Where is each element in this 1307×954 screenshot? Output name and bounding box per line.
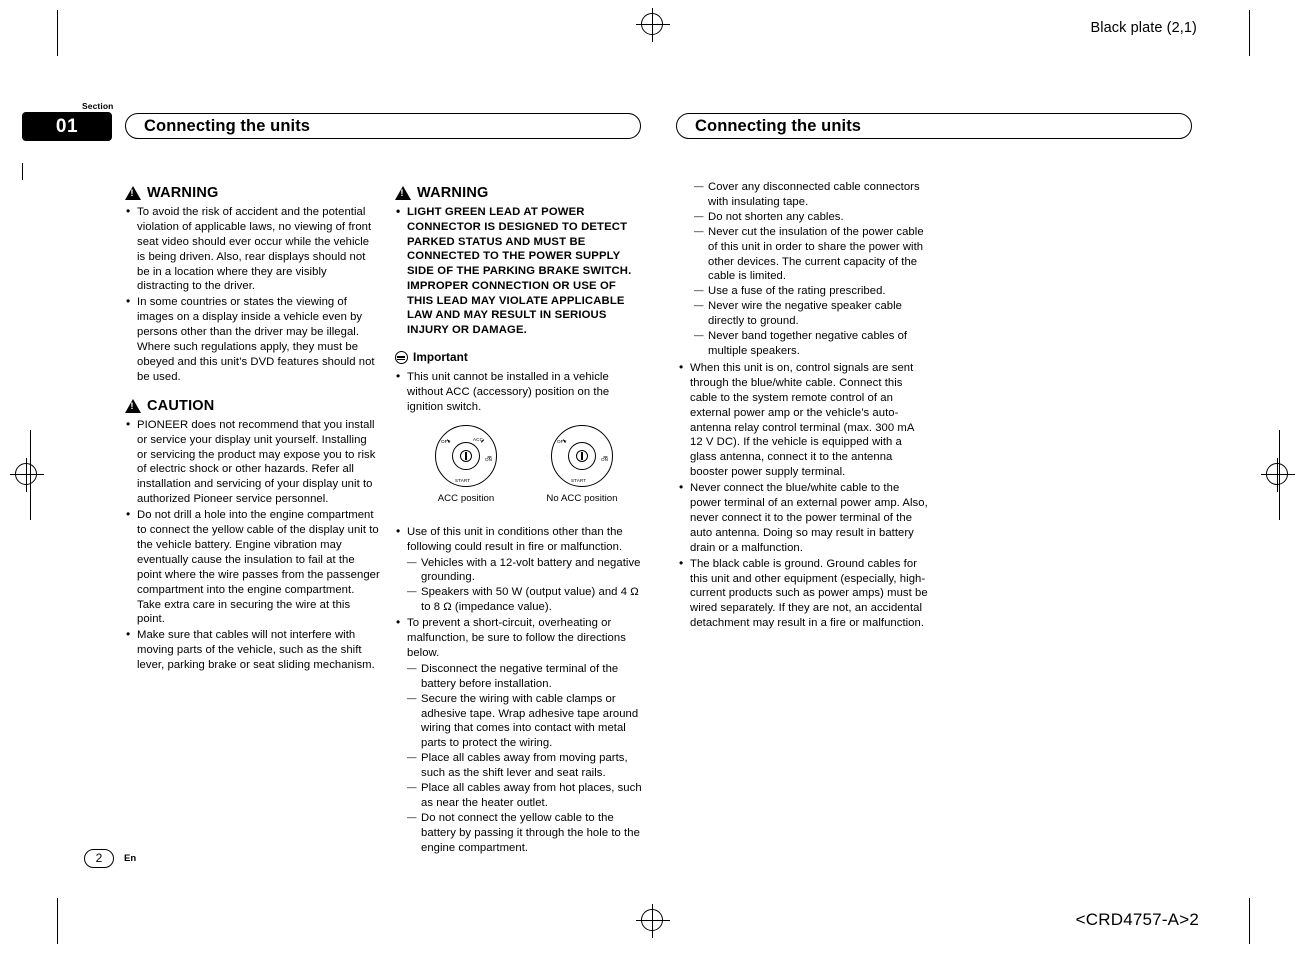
list-item: Place all cables away from moving parts,… bbox=[407, 751, 645, 781]
figure-acc-position: OFF ACC ON START ACC position bbox=[407, 424, 525, 507]
page-number: 2 bbox=[84, 849, 114, 868]
list-item: Use of this unit in conditions other tha… bbox=[395, 524, 645, 616]
language-label: En bbox=[124, 853, 137, 864]
figure-no-acc-position: OFF ON START No ACC position bbox=[523, 424, 641, 507]
registration-mark-bottom bbox=[636, 904, 670, 938]
crop-mark-top-left bbox=[57, 10, 58, 56]
list-item: Never wire the negative speaker cable di… bbox=[694, 299, 928, 329]
warning-triangle-icon bbox=[125, 186, 141, 201]
list-item: Vehicles with a 12-volt battery and nega… bbox=[407, 556, 645, 586]
list-item: The black cable is ground. Ground cables… bbox=[678, 556, 928, 632]
col2-bullet-list: Use of this unit in conditions other tha… bbox=[395, 524, 645, 856]
list-item: To avoid the risk of accident and the po… bbox=[125, 204, 380, 294]
registration-mark-left bbox=[10, 458, 44, 492]
column-three: Cover any disconnected cable connectors … bbox=[678, 180, 928, 641]
section-number: 01 bbox=[55, 116, 79, 137]
column-two: WARNING LIGHT GREEN LEAD AT POWER CONNEC… bbox=[395, 186, 645, 866]
list-item: When this unit is on, control signals ar… bbox=[678, 360, 928, 480]
list-item-text: To prevent a short-circuit, overheating … bbox=[407, 617, 626, 659]
list-item: Do not drill a hole into the engine comp… bbox=[125, 507, 380, 627]
registration-mark-right bbox=[1261, 458, 1295, 492]
important-note-icon bbox=[395, 351, 408, 365]
running-head-right-text: Connecting the units bbox=[695, 117, 862, 135]
list-item: Never connect the blue/white cable to th… bbox=[678, 480, 928, 556]
warning-title-2: WARNING bbox=[417, 185, 489, 201]
list-item: Never cut the insulation of the power ca… bbox=[694, 225, 928, 285]
warning-list-1: To avoid the risk of accident and the po… bbox=[125, 204, 380, 385]
running-head-right: Connecting the units bbox=[676, 113, 1192, 139]
column-one: WARNING To avoid the risk of accident an… bbox=[125, 186, 380, 683]
list-item: This unit cannot be installed in a vehic… bbox=[395, 369, 645, 415]
caution-title: CAUTION bbox=[147, 397, 215, 414]
list-item-text: Use of this unit in conditions other tha… bbox=[407, 525, 623, 553]
key-label-on: ON bbox=[601, 456, 609, 462]
list-item: Make sure that cables will not interfere… bbox=[125, 627, 380, 673]
important-title: Important bbox=[413, 350, 468, 365]
col3-dash-list: Cover any disconnected cable connectors … bbox=[694, 180, 928, 359]
crop-mark-bottom-left bbox=[57, 898, 58, 944]
list-item: Cover any disconnected cable connectors … bbox=[694, 180, 928, 210]
list-item: Speakers with 50 W (output value) and 4 … bbox=[407, 585, 645, 615]
list-item: LIGHT GREEN LEAD AT POWER CONNECTOR IS D… bbox=[395, 204, 645, 338]
sub-dash-list: Vehicles with a 12-volt battery and nega… bbox=[407, 556, 645, 616]
col3-bullet-list: When this unit is on, control signals ar… bbox=[678, 360, 928, 632]
ignition-key-icon: OFF ACC ON START bbox=[435, 424, 497, 487]
document-page: Black plate (2,1) <CRD4757-A>2 Section 0… bbox=[0, 0, 1307, 954]
list-item: Use a fuse of the rating prescribed. bbox=[694, 284, 928, 299]
running-head-left-text: Connecting the units bbox=[144, 117, 311, 135]
list-item: Do not connect the yellow cable to the b… bbox=[407, 811, 645, 856]
important-list: This unit cannot be installed in a vehic… bbox=[395, 369, 645, 415]
sub-dash-list: Disconnect the negative terminal of the … bbox=[407, 662, 645, 856]
warning-heading-2: WARNING bbox=[395, 186, 645, 201]
important-heading: Important bbox=[395, 350, 645, 365]
list-item: Never band together negative cables of m… bbox=[694, 329, 928, 359]
key-label-on: ON bbox=[485, 456, 493, 462]
crop-mark-bottom-right bbox=[1249, 898, 1250, 944]
figure-caption: No ACC position bbox=[546, 492, 618, 504]
caution-list: PIONEER does not recommend that you inst… bbox=[125, 417, 380, 673]
warning-heading-1: WARNING bbox=[125, 186, 380, 201]
warning-list-2: LIGHT GREEN LEAD AT POWER CONNECTOR IS D… bbox=[395, 204, 645, 338]
running-head-left: Connecting the units bbox=[125, 113, 641, 139]
ignition-key-icon: OFF ON START bbox=[551, 424, 613, 487]
list-item: To prevent a short-circuit, overheating … bbox=[395, 615, 645, 856]
section-tab: 01 bbox=[22, 112, 112, 141]
section-label: Section bbox=[82, 101, 114, 111]
list-item: Secure the wiring with cable clamps or a… bbox=[407, 692, 645, 752]
ignition-figures: OFF ACC ON START ACC position OFF ON STA… bbox=[395, 424, 645, 517]
list-item: Do not shorten any cables. bbox=[694, 210, 928, 225]
registration-mark-top bbox=[636, 8, 670, 42]
key-label-start: START bbox=[455, 477, 471, 483]
list-item: Disconnect the negative terminal of the … bbox=[407, 662, 645, 692]
list-item: Place all cables away from hot places, s… bbox=[407, 781, 645, 811]
caution-heading: CAUTION bbox=[125, 397, 380, 414]
warning-triangle-icon bbox=[395, 186, 411, 201]
margin-tick bbox=[22, 163, 23, 180]
crop-mark-top-right bbox=[1249, 10, 1250, 56]
figure-caption: ACC position bbox=[437, 492, 495, 504]
list-item: PIONEER does not recommend that you inst… bbox=[125, 417, 380, 507]
key-label-start: START bbox=[571, 477, 587, 483]
warning-title-1: WARNING bbox=[147, 185, 219, 201]
black-plate-label: Black plate (2,1) bbox=[1090, 20, 1197, 36]
crd-number: <CRD4757-A>2 bbox=[1075, 910, 1199, 929]
list-item: In some countries or states the viewing … bbox=[125, 294, 380, 384]
caution-triangle-icon bbox=[125, 399, 141, 414]
